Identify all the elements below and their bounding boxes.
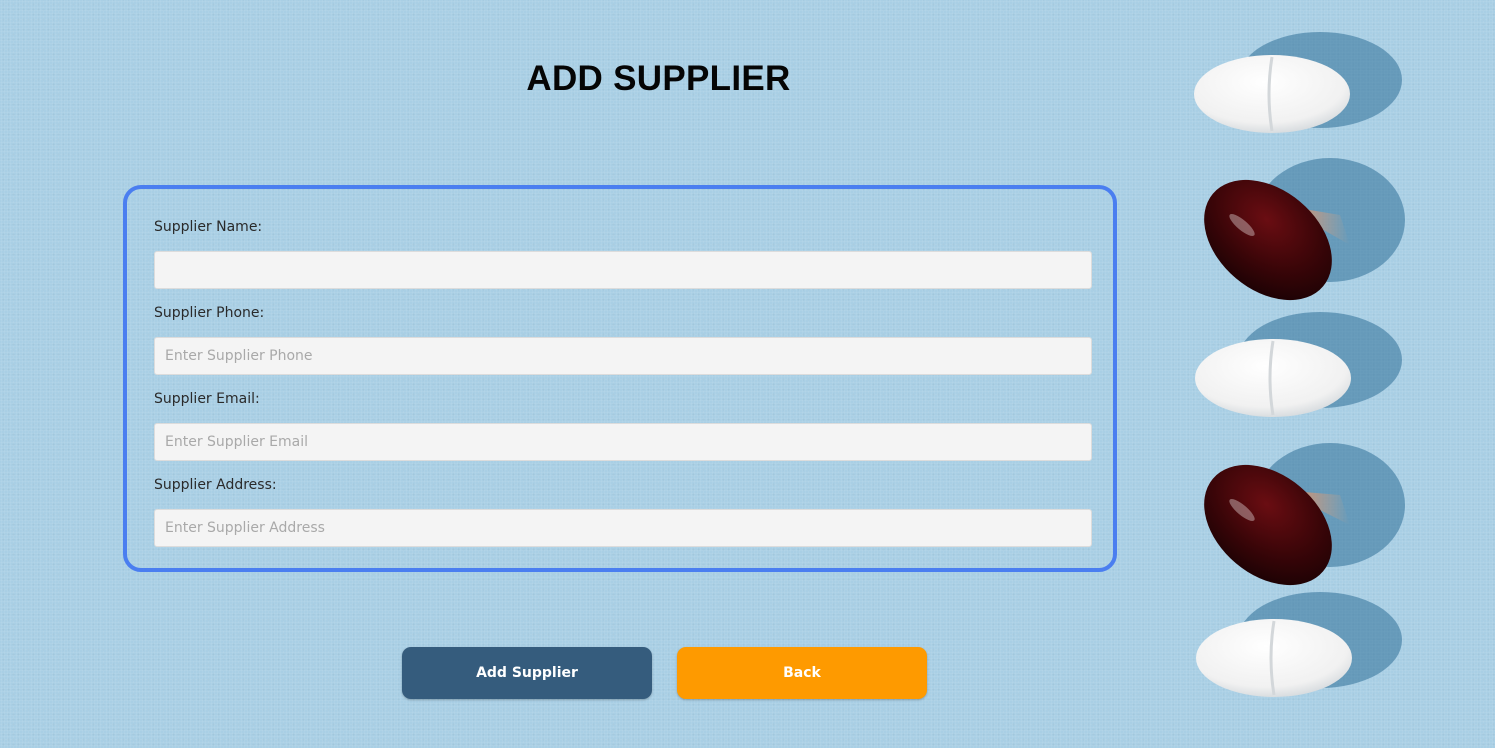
supplier-name-input[interactable] [154,251,1092,289]
add-supplier-button[interactable]: Add Supplier [402,647,652,699]
red-capsule-icon [1204,158,1405,301]
white-tablet-icon [1195,312,1402,417]
supplier-phone-input[interactable] [154,337,1092,375]
white-tablet-icon [1196,592,1402,697]
pills-decoration-image [1194,32,1405,697]
supplier-address-label: Supplier Address: [154,477,277,493]
supplier-email-label: Supplier Email: [154,391,260,407]
red-capsule-icon [1204,443,1405,586]
supplier-phone-label: Supplier Phone: [154,305,265,321]
white-tablet-icon [1194,32,1402,133]
add-supplier-page: ADD SUPPLIER Supplier Name: Supplier Pho… [0,0,1495,748]
page-title: ADD SUPPLIER [526,59,791,99]
supplier-email-input[interactable] [154,423,1092,461]
supplier-address-input[interactable] [154,509,1092,547]
supplier-name-label: Supplier Name: [154,219,263,235]
back-button[interactable]: Back [677,647,927,699]
